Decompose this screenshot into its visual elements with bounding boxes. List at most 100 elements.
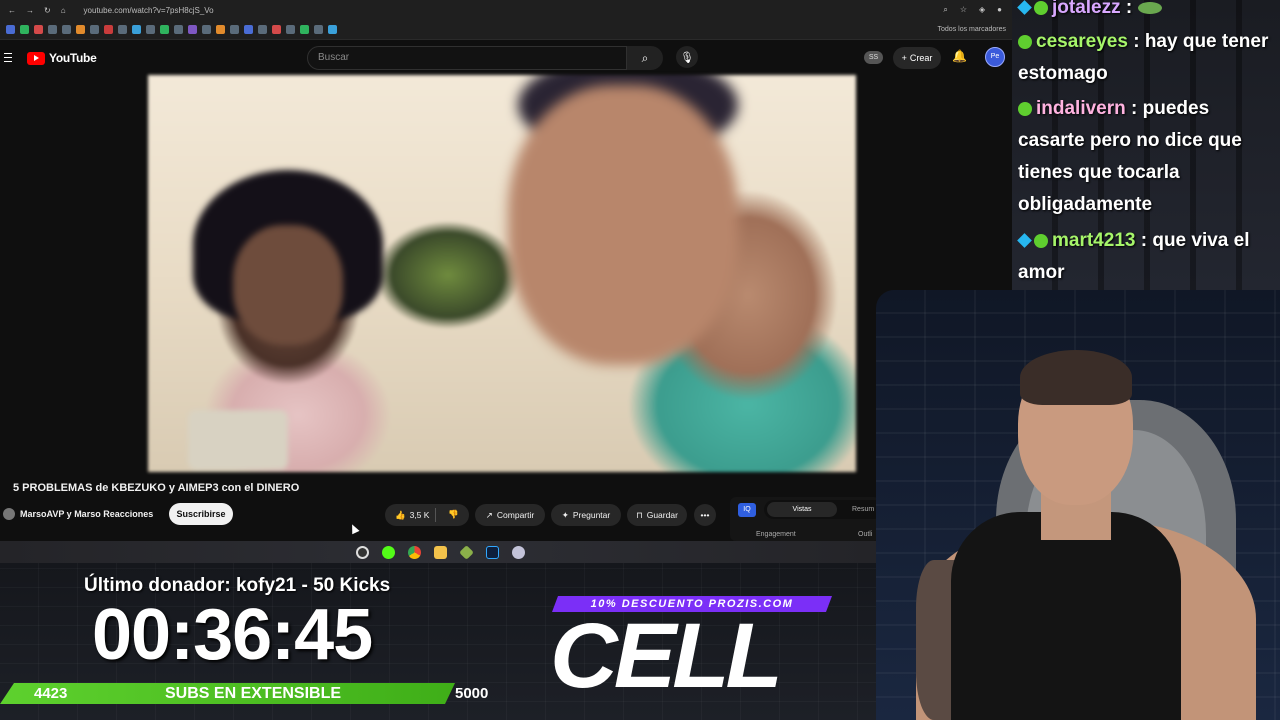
menu-icon[interactable] [4,53,12,65]
sub-badge-icon [1034,233,1048,248]
badge-icon [1017,0,1032,16]
create-label: Crear [909,53,933,63]
save-button[interactable]: ⊓ Guardar [627,504,687,526]
video-frame-shape [233,225,343,345]
chat-message: cesareyes : hay que tener estomago [1018,26,1278,90]
chat-username: jotalezz [1052,0,1121,18]
bookmark-icon[interactable] [216,25,225,34]
back-icon[interactable]: ← [8,6,16,15]
home-icon[interactable]: ⌂ [61,6,66,15]
bookmark-icon[interactable] [132,25,141,34]
channel-name[interactable]: MarsoAVP y Marso Reacciones [20,509,153,519]
bookmark-icon[interactable] [244,25,253,34]
browser-window: ← → ↻ ⌂ youtube.com/watch?v=7psH8cjS_Vo … [0,0,1012,563]
sub-badge-icon [1018,34,1032,49]
zoom-icon[interactable]: ⌕ [943,5,947,15]
bookmark-icon[interactable] [300,25,309,34]
webcam-feed [876,290,1280,720]
search-icon: ⌕ [641,50,649,65]
chat-text: : [1125,0,1133,18]
chat-overlay: jotalezz : cesareyes : hay que tener est… [1012,0,1280,290]
youtube-play-icon [27,51,45,65]
bookmark-icon[interactable] [146,25,155,34]
sub-badge-icon [1034,0,1048,15]
share-icon: ↗ [485,509,493,520]
tab-resumen[interactable]: Resum [852,502,874,517]
bookmark-icon[interactable] [286,25,295,34]
bookmark-icon[interactable] [272,25,281,34]
photoshop-icon[interactable] [485,545,499,559]
subscribe-button[interactable]: Suscribirse [169,503,233,525]
youtube-header: YouTube Buscar ⌕ 🎙 SS + Crear 🔔 Pe [0,40,1012,76]
save-label: Guardar [646,510,678,520]
url-text[interactable]: youtube.com/watch?v=7psH8cjS_Vo [84,6,214,15]
outlier-label: Outli [858,531,873,538]
bookmark-icon[interactable] [202,25,211,34]
kick-icon[interactable] [381,545,395,559]
voice-search-button[interactable]: 🎙 [676,46,698,68]
plus-icon: + [901,53,907,63]
like-button[interactable]: 👍 3,5 K 👎 [385,504,469,526]
bookmark-icon[interactable] [104,25,113,34]
more-actions-button[interactable]: ••• [694,504,716,526]
ss-badge[interactable]: SS [864,51,883,64]
chrome-icon[interactable] [407,545,421,559]
sparkle-icon: ✦ [561,509,569,520]
ask-label: Preguntar [572,510,611,520]
bookmark-icon[interactable] [160,25,169,34]
thumbs-up-icon: 👍 [395,509,406,520]
notifications-bell-icon[interactable]: 🔔 [952,49,967,63]
thumbs-down-icon[interactable]: 👎 [448,509,459,520]
create-button[interactable]: + Crear [893,47,941,69]
chat-message: jotalezz : [1017,0,1278,24]
ask-button[interactable]: ✦ Preguntar [551,504,621,526]
app-icon[interactable] [511,545,525,559]
chat-username: indalivern [1036,98,1126,119]
webcam-shape [951,512,1181,720]
analytics-panel: IQ Vistas Resum Engagement Outli [730,497,884,541]
forward-icon[interactable]: → [26,6,34,15]
bookmark-icon[interactable] [174,25,183,34]
bookmark-icon[interactable] [230,25,239,34]
bookmark-icon[interactable] [328,25,337,34]
bookmark-icon[interactable] [258,25,267,34]
address-bar[interactable]: ← → ↻ ⌂ youtube.com/watch?v=7psH8cjS_Vo … [0,0,1012,20]
video-player[interactable] [148,75,856,472]
obs-icon[interactable] [355,545,369,559]
profile-icon[interactable]: ● [997,5,1002,15]
promo-code: CELL [550,605,783,707]
search-input[interactable]: Buscar [307,46,627,70]
bookmark-icon[interactable] [188,25,197,34]
folder-icon[interactable] [433,545,447,559]
share-label: Compartir [496,510,535,520]
bookmark-icon[interactable] [76,25,85,34]
app-icon[interactable] [458,544,474,560]
video-frame-shape [188,410,288,470]
chat-message: mart4213 : que viva el amor [1017,225,1278,289]
bookmark-icon[interactable] [6,25,15,34]
share-button[interactable]: ↗ Compartir [475,504,545,526]
emote-icon [1137,1,1162,14]
bookmark-icon[interactable] [118,25,127,34]
bookmark-icon[interactable] [90,25,99,34]
youtube-logo[interactable]: YouTube [27,51,97,65]
bookmark-icon[interactable] [34,25,43,34]
tab-vistas[interactable]: Vistas [767,502,837,517]
bookmarks-folder[interactable]: Todos los marcadores [938,26,1012,33]
star-icon[interactable]: ☆ [960,5,967,15]
bookmark-icon[interactable] [314,25,323,34]
extensions-icon[interactable]: ◈ [979,5,985,15]
channel-avatar[interactable] [3,508,15,520]
video-title: 5 PROBLEMAS de KBEZUKO y AIMEP3 con el D… [13,482,300,494]
bookmark-icon[interactable] [62,25,71,34]
search-button[interactable]: ⌕ [627,46,663,70]
avatar[interactable]: Pe [985,47,1005,67]
analytics-icon[interactable]: IQ [738,503,756,517]
like-count: 3,5 K [409,510,430,520]
webcam-shape [1020,350,1132,405]
chat-message: indalivern : puedes casarte pero no dice… [1018,93,1278,221]
bookmark-icon[interactable] [20,25,29,34]
bookmark-icon[interactable] [48,25,57,34]
reload-icon[interactable]: ↻ [44,6,51,15]
subs-goal: 5000 [455,685,489,702]
